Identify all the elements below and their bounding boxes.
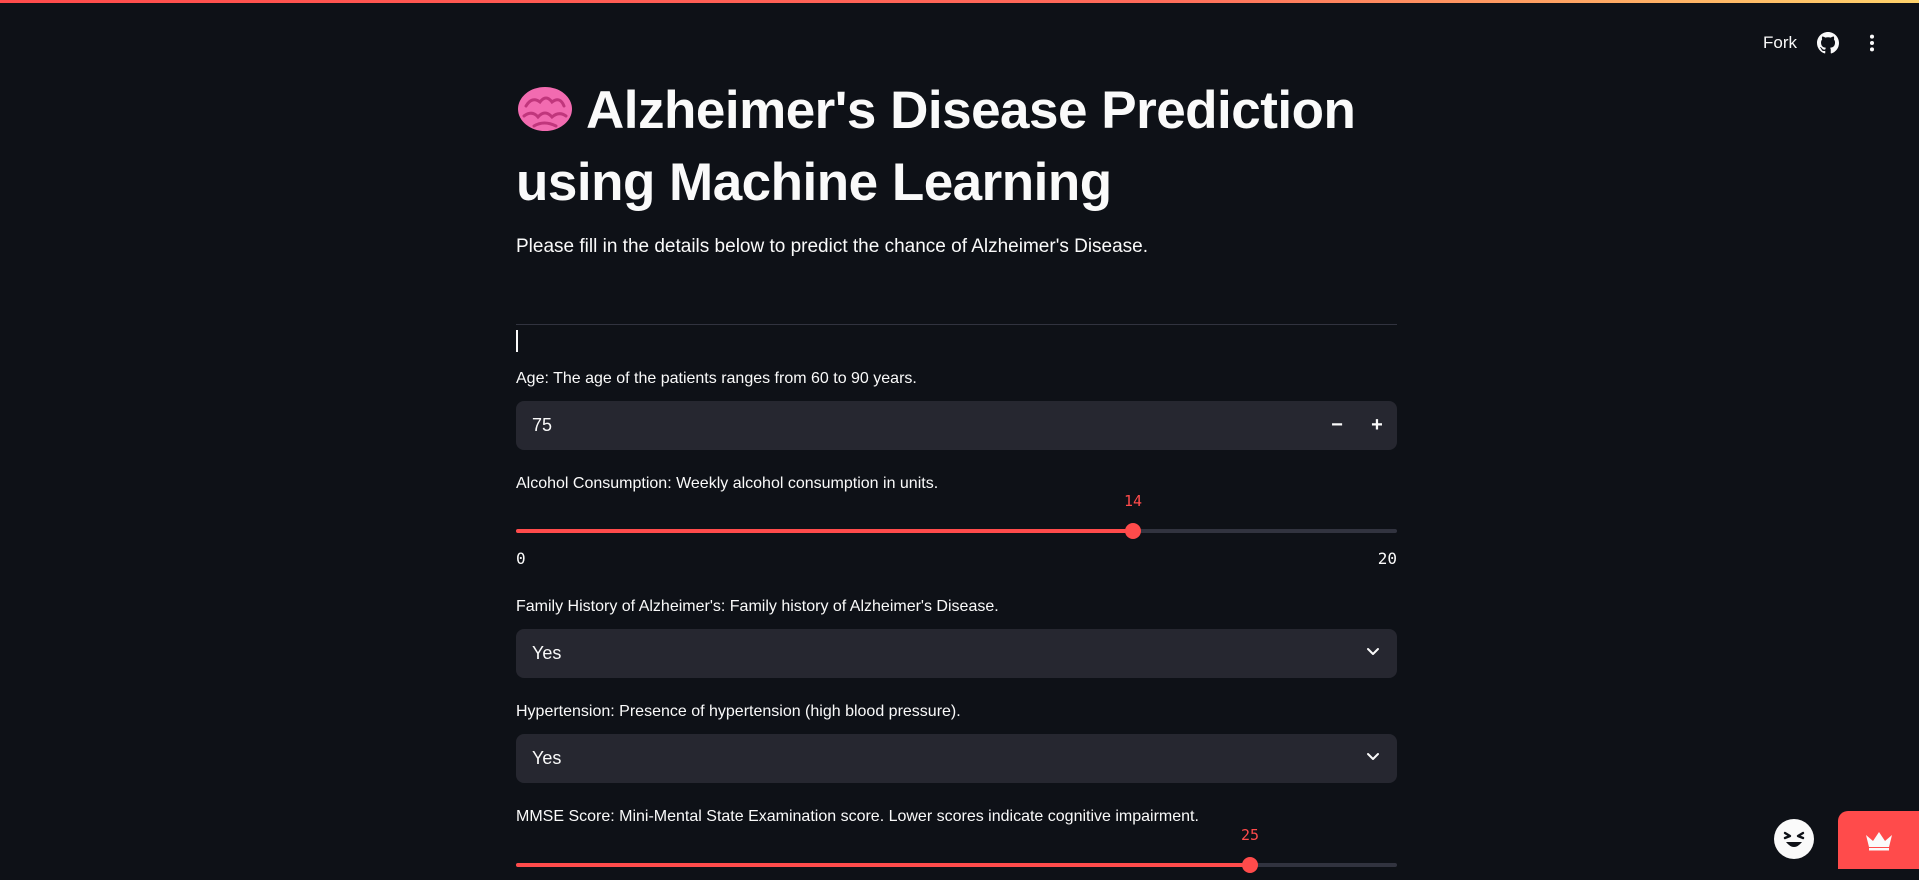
page-title-text: Alzheimer's Disease Prediction using Mac… [516, 81, 1356, 212]
mmse-slider-thumb[interactable] [1242, 857, 1258, 873]
text-cursor [516, 330, 518, 352]
hypertension-select[interactable]: Yes [516, 734, 1397, 783]
mmse-label: MMSE Score: Mini-Mental State Examinatio… [516, 808, 1199, 825]
alcohol-slider-thumb[interactable] [1125, 523, 1141, 539]
page-title: Alzheimer's Disease Prediction using Mac… [516, 78, 1396, 216]
divider [516, 324, 1397, 325]
alcohol-slider-value: 14 [1123, 492, 1143, 510]
age-label: Age: The age of the patients ranges from… [516, 370, 917, 387]
mmse-slider-fill [516, 863, 1250, 867]
chevron-down-icon [1365, 748, 1381, 769]
mmse-slider-value: 25 [1240, 826, 1260, 844]
alcohol-slider[interactable]: 14 [516, 492, 1397, 546]
age-increment-button[interactable]: + [1357, 401, 1397, 450]
alcohol-label: Alcohol Consumption: Weekly alcohol cons… [516, 475, 939, 492]
age-decrement-button[interactable]: − [1317, 401, 1357, 450]
family-history-select[interactable]: Yes [516, 629, 1397, 678]
hypertension-selected: Yes [532, 748, 562, 768]
alcohol-slider-max: 20 [1377, 549, 1397, 568]
header-decoration-bar [0, 0, 1919, 3]
app-toolbar: Fork [1763, 30, 1885, 56]
github-icon[interactable] [1815, 30, 1841, 56]
more-vertical-icon[interactable] [1859, 30, 1885, 56]
mmse-slider[interactable]: 25 [516, 826, 1397, 880]
age-number-input[interactable]: 75 − + [516, 401, 1397, 450]
age-input-value[interactable]: 75 [516, 415, 1317, 436]
fork-link[interactable]: Fork [1763, 33, 1797, 53]
family-history-selected: Yes [532, 643, 562, 663]
hypertension-label: Hypertension: Presence of hypertension (… [516, 703, 961, 720]
grinning-face-icon[interactable] [1774, 819, 1814, 859]
family-history-label: Family History of Alzheimer's: Family hi… [516, 598, 999, 615]
chevron-down-icon [1365, 643, 1381, 664]
alcohol-slider-fill [516, 529, 1133, 533]
crown-icon[interactable] [1838, 811, 1919, 869]
alcohol-slider-min: 0 [516, 549, 526, 568]
brain-icon [516, 84, 574, 150]
page-subtitle: Please fill in the details below to pred… [516, 236, 1149, 257]
